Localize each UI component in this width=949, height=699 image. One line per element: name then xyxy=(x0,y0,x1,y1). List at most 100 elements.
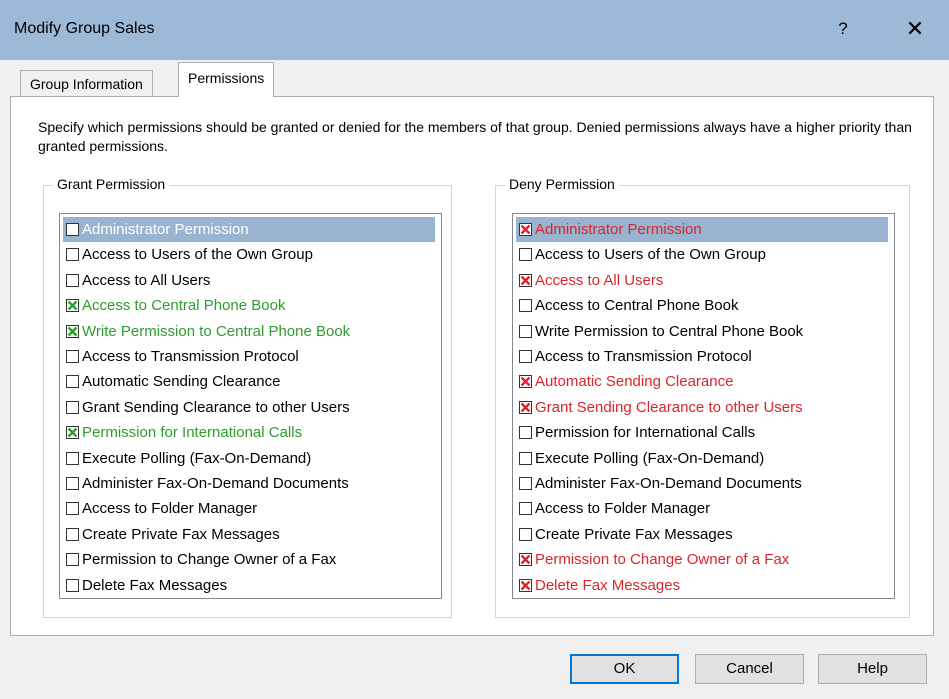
grant-checkbox[interactable] xyxy=(66,350,79,363)
grant-checkbox[interactable] xyxy=(66,477,79,490)
deny-permission-label: Administrator Permission xyxy=(535,221,702,238)
deny-checkbox[interactable] xyxy=(519,324,532,338)
deny-permission-item[interactable]: Automatic Sending Clearance xyxy=(516,369,888,394)
grant-permission-title: Grant Permission xyxy=(53,176,170,192)
grant-checkbox[interactable] xyxy=(66,223,79,236)
grant-checkbox[interactable] xyxy=(66,400,79,414)
grant-permission-label: Create Private Fax Messages xyxy=(82,525,280,543)
deny-permission-label: Permission for International Calls xyxy=(535,424,756,442)
help-icon[interactable]: ? xyxy=(828,14,858,44)
grant-checkbox[interactable] xyxy=(66,553,79,567)
deny-permission-item[interactable]: Create Private Fax Messages xyxy=(516,522,888,547)
deny-checkbox[interactable] xyxy=(519,299,532,313)
deny-permission-label: Write Permission to Central Phone Book xyxy=(535,322,804,340)
deny-permission-label: Execute Polling (Fax-On-Demand) xyxy=(535,449,765,467)
deny-checkbox[interactable] xyxy=(519,375,532,389)
grant-permission-item[interactable]: Access to All Users xyxy=(63,268,435,293)
deny-checkbox[interactable] xyxy=(519,451,532,465)
grant-checkbox[interactable] xyxy=(66,578,79,592)
grant-permission-label: Write Permission to Central Phone Book xyxy=(82,322,351,340)
grant-checkbox[interactable] xyxy=(66,451,79,465)
grant-permission-label: Permission for International Calls xyxy=(82,424,303,442)
deny-permission-item[interactable]: Permission for International Calls xyxy=(516,420,888,445)
grant-checkbox[interactable] xyxy=(66,426,79,440)
grant-checkbox[interactable] xyxy=(66,375,79,389)
description-text: Specify which permissions should be gran… xyxy=(38,119,912,154)
deny-checkbox[interactable] xyxy=(519,400,532,414)
check-x-icon xyxy=(520,377,531,387)
deny-checkbox[interactable] xyxy=(519,578,532,592)
grant-permission-label: Administer Fax-On-Demand Documents xyxy=(82,475,349,492)
grant-checkbox[interactable] xyxy=(66,502,79,516)
grant-permission-list[interactable]: Administrator Permission Access to Users … xyxy=(59,213,442,599)
deny-checkbox[interactable] xyxy=(519,477,532,490)
grant-permission-item[interactable]: Grant Sending Clearance to other Users xyxy=(63,395,435,420)
deny-checkbox[interactable] xyxy=(519,502,532,516)
check-x-icon xyxy=(520,554,531,565)
close-icon[interactable]: ✕ xyxy=(900,14,930,44)
grant-checkbox[interactable] xyxy=(66,324,79,338)
grant-checkbox[interactable] xyxy=(66,273,79,287)
grant-permission-item[interactable]: Write Permission to Central Phone Book xyxy=(63,319,435,344)
deny-permission-label: Grant Sending Clearance to other Users xyxy=(535,398,803,416)
deny-permission-item[interactable]: Administer Fax-On-Demand Documents xyxy=(516,471,888,496)
grant-permission-label: Grant Sending Clearance to other Users xyxy=(82,398,350,416)
deny-checkbox[interactable] xyxy=(519,273,532,287)
deny-permission-item[interactable]: Access to Folder Manager xyxy=(516,496,888,521)
deny-permission-item[interactable]: Grant Sending Clearance to other Users xyxy=(516,395,888,420)
tab-group-information[interactable]: Group Information xyxy=(20,70,153,96)
grant-permission-label: Access to Transmission Protocol xyxy=(82,348,299,365)
deny-permission-item[interactable]: Delete Fax Messages xyxy=(516,573,888,598)
grant-permission-label: Access to All Users xyxy=(82,271,211,289)
cancel-button[interactable]: Cancel xyxy=(695,654,804,684)
grant-checkbox[interactable] xyxy=(66,299,79,313)
grant-permission-item[interactable]: Permission to Change Owner of a Fax xyxy=(63,547,435,572)
deny-permission-label: Access to Central Phone Book xyxy=(535,297,739,315)
grant-permission-item[interactable]: Execute Polling (Fax-On-Demand) xyxy=(63,446,435,471)
grant-permission-item[interactable]: Access to Transmission Protocol xyxy=(63,344,435,369)
grant-permission-item[interactable]: Delete Fax Messages xyxy=(63,573,435,598)
deny-permission-item[interactable]: Access to Transmission Protocol xyxy=(516,344,888,369)
grant-checkbox[interactable] xyxy=(66,248,79,262)
deny-permission-item[interactable]: Access to Central Phone Book xyxy=(516,293,888,318)
deny-permission-item[interactable]: Permission to Change Owner of a Fax xyxy=(516,547,888,572)
deny-checkbox[interactable] xyxy=(519,350,532,363)
deny-permission-label: Access to All Users xyxy=(535,271,664,289)
grant-permission-item[interactable]: Access to Users of the Own Group xyxy=(63,242,435,267)
help-button[interactable]: Help xyxy=(818,654,927,684)
grant-permission-item[interactable]: Administrator Permission xyxy=(63,217,435,242)
grant-permission-item[interactable]: Access to Folder Manager xyxy=(63,496,435,521)
deny-permission-item[interactable]: Access to Users of the Own Group xyxy=(516,242,888,267)
deny-permission-item[interactable]: Administrator Permission xyxy=(516,217,888,242)
grant-permission-item[interactable]: Administer Fax-On-Demand Documents xyxy=(63,471,435,496)
deny-permission-item[interactable]: Execute Polling (Fax-On-Demand) xyxy=(516,446,888,471)
grant-permission-item[interactable]: Access to Central Phone Book xyxy=(63,293,435,318)
deny-permission-title: Deny Permission xyxy=(505,176,619,192)
title-bar: Modify Group Sales ? ✕ xyxy=(0,0,949,60)
grant-permission-label: Delete Fax Messages xyxy=(82,576,228,594)
deny-checkbox[interactable] xyxy=(519,426,532,440)
check-x-icon xyxy=(67,300,78,311)
deny-checkbox[interactable] xyxy=(519,553,532,567)
grant-permission-label: Automatic Sending Clearance xyxy=(82,373,281,391)
grant-checkbox[interactable] xyxy=(66,527,79,541)
grant-permission-item[interactable]: Create Private Fax Messages xyxy=(63,522,435,547)
deny-permission-label: Automatic Sending Clearance xyxy=(535,373,734,391)
deny-permission-group: Deny Permission Administrator Permission… xyxy=(495,176,910,618)
ok-button[interactable]: OK xyxy=(570,654,679,684)
deny-checkbox[interactable] xyxy=(519,527,532,541)
deny-permission-item[interactable]: Write Permission to Central Phone Book xyxy=(516,319,888,344)
grant-permission-item[interactable]: Permission for International Calls xyxy=(63,420,435,445)
tab-permissions[interactable]: Permissions xyxy=(178,62,275,97)
deny-permission-list[interactable]: Administrator Permission Access to Users … xyxy=(512,213,895,599)
deny-checkbox[interactable] xyxy=(519,223,532,236)
deny-checkbox[interactable] xyxy=(519,248,532,262)
deny-permission-label: Administer Fax-On-Demand Documents xyxy=(535,475,802,492)
deny-permission-label: Access to Users of the Own Group xyxy=(535,246,766,264)
grant-permission-label: Access to Central Phone Book xyxy=(82,297,286,315)
check-x-icon xyxy=(520,580,531,590)
grant-permission-item[interactable]: Automatic Sending Clearance xyxy=(63,369,435,394)
grant-permission-group: Grant Permission Administrator Permissio… xyxy=(43,176,452,618)
deny-permission-item[interactable]: Access to All Users xyxy=(516,268,888,293)
grant-permission-label: Access to Users of the Own Group xyxy=(82,246,313,264)
